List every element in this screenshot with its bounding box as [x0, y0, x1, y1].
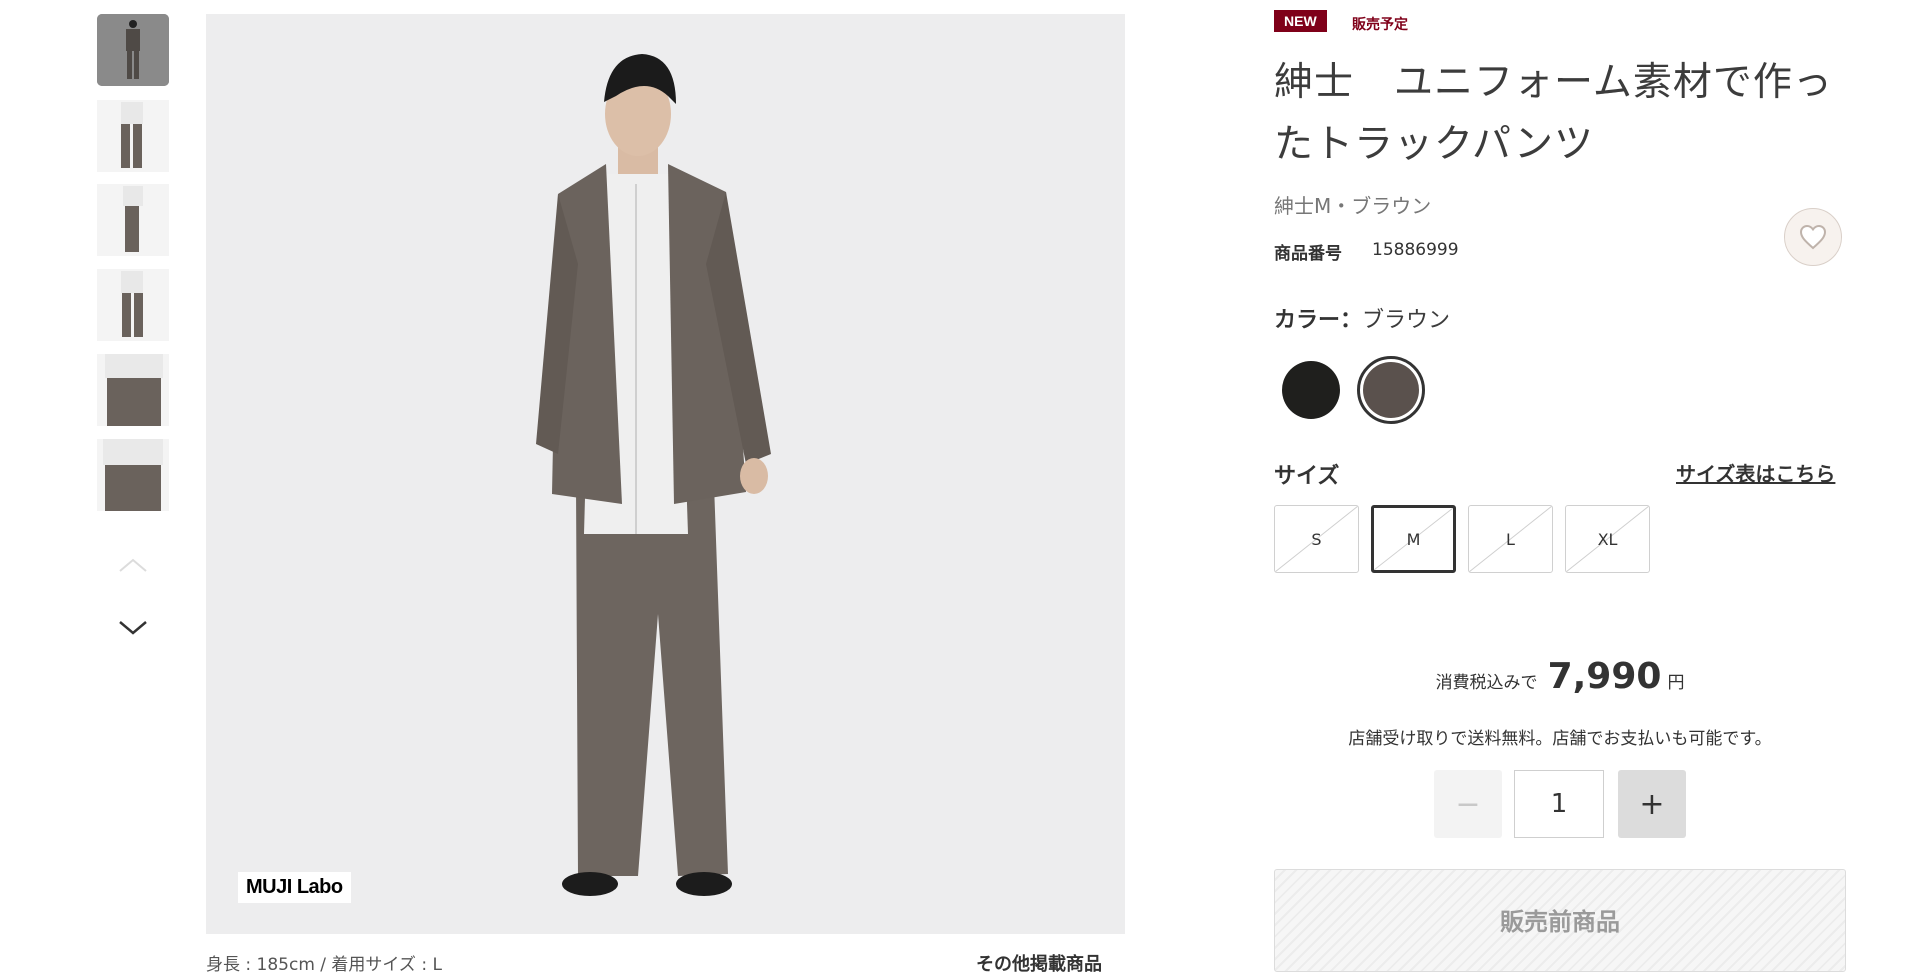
size-option-m[interactable]: M [1371, 505, 1456, 573]
color-label: カラー：ブラウン [1274, 302, 1450, 334]
size-option-label: S [1311, 529, 1322, 549]
thumbnail-4[interactable] [97, 269, 169, 341]
main-product-image[interactable]: MUJI Labo [206, 14, 1125, 934]
color-selected-name: ブラウン [1362, 308, 1451, 333]
product-number: 15886999 [1372, 240, 1459, 260]
new-badge: NEW [1274, 10, 1327, 32]
thumbnail-1[interactable] [97, 14, 169, 86]
product-number-label: 商品番号 [1274, 244, 1342, 264]
size-option-label: XL [1597, 529, 1618, 549]
size-label: サイズ [1274, 464, 1340, 489]
color-swatch-black[interactable] [1282, 361, 1340, 419]
thumbnail-2[interactable] [97, 100, 169, 172]
size-option-s[interactable]: S [1274, 505, 1359, 573]
pre-sale-button[interactable]: 販売前商品 [1274, 869, 1846, 972]
size-chart-link[interactable]: サイズ表はこちら [1676, 458, 1835, 487]
thumbnail-image [121, 271, 143, 337]
thumbnail-image [103, 439, 163, 511]
thumbnail-image [105, 354, 163, 426]
status-badge: 販売予定 [1352, 17, 1408, 33]
price: 消費税込みで 7,990 円 [1274, 656, 1846, 697]
other-items-link[interactable]: その他掲載商品 [976, 950, 1102, 976]
price-value: 7,990 [1547, 656, 1662, 697]
size-option-l[interactable]: L [1468, 505, 1553, 573]
quantity-input[interactable] [1514, 770, 1604, 838]
chevron-up-icon[interactable] [118, 555, 148, 575]
thumbnail-5[interactable] [97, 354, 169, 426]
quantity-increase-button[interactable]: + [1618, 770, 1686, 838]
size-option-label: M [1406, 529, 1421, 549]
size-option-label: L [1506, 529, 1515, 549]
model-caption: 身長 : 185cm / 着用サイズ : L [206, 955, 442, 975]
price-unit: 円 [1667, 673, 1685, 693]
thumbnail-image [123, 186, 143, 252]
model-photo [536, 54, 771, 896]
product-variant: 紳士M・ブラウン [1274, 194, 1432, 218]
thumbnail-image [121, 102, 143, 168]
color-swatch-brown[interactable] [1357, 356, 1425, 424]
thumbnail-3[interactable] [97, 184, 169, 256]
shipping-notice: 店舗受け取りで送料無料。店舗でお支払いも可能です。 [1348, 729, 1772, 749]
price-prefix: 消費税込みで [1435, 673, 1538, 693]
heart-icon [1799, 224, 1827, 250]
quantity-decrease-button[interactable]: − [1434, 770, 1502, 838]
chevron-down-icon[interactable] [118, 618, 148, 638]
brand-logo: MUJI Labo [238, 872, 351, 903]
color-swatch-brown-fill [1363, 362, 1419, 418]
size-option-xl[interactable]: XL [1565, 505, 1650, 573]
favorite-button[interactable] [1784, 208, 1842, 266]
color-label-title: カラー： [1274, 308, 1363, 333]
product-title: 紳士 ユニフォーム素材で作ったトラックパンツ [1274, 60, 1833, 167]
thumbnail-6[interactable] [97, 439, 169, 511]
thumbnail-image [97, 14, 169, 86]
